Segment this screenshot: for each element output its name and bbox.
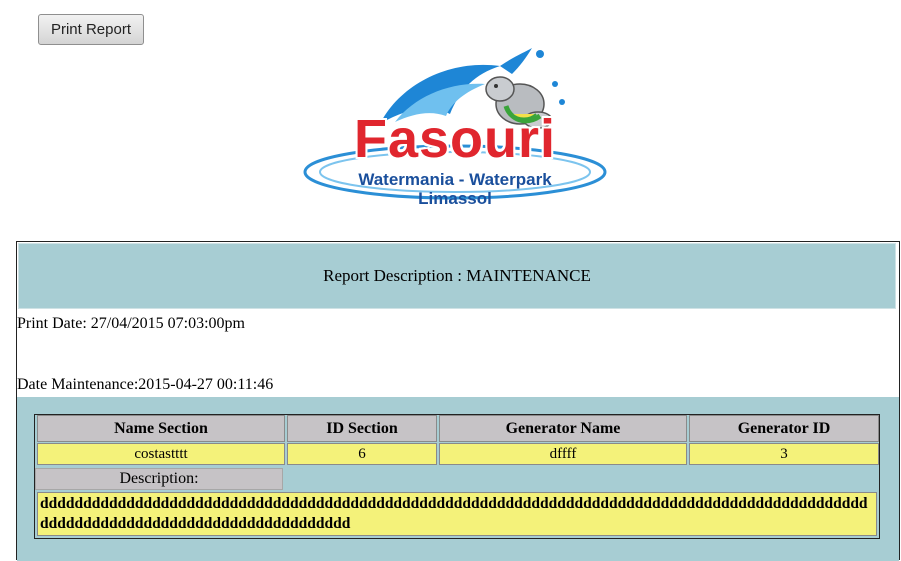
print-date: Print Date: 27/04/2015 07:03:00pm	[17, 315, 245, 332]
logo-title: Fasouri	[353, 109, 557, 169]
header-generator-name: Generator Name	[439, 415, 687, 442]
report-description: Report Description : MAINTENANCE	[18, 243, 896, 309]
cell-generator-name: dffff	[439, 443, 687, 465]
fasouri-logo: Fasouri Watermania - Waterpark Limassol	[300, 44, 610, 210]
cell-name-section: costastttt	[37, 443, 285, 465]
cell-generator-id: 3	[689, 443, 879, 465]
description-label: Description:	[35, 468, 283, 490]
header-generator-id: Generator ID	[689, 415, 879, 442]
maintenance-details: Name Section ID Section Generator Name G…	[17, 397, 899, 561]
print-report-button[interactable]: Print Report	[38, 14, 144, 45]
cell-id-section: 6	[287, 443, 437, 465]
header-id-section: ID Section	[287, 415, 437, 442]
header-name-section: Name Section	[37, 415, 285, 442]
logo-subtitle: Watermania - Waterpark	[358, 170, 552, 189]
maintenance-table: Name Section ID Section Generator Name G…	[34, 414, 880, 539]
description-text: dddddddddddddddddddddddddddddddddddddddd…	[37, 492, 877, 536]
report-container: Report Description : MAINTENANCE Print D…	[16, 241, 900, 561]
logo-location: Limassol	[418, 189, 492, 208]
date-maintenance: Date Maintenance:2015-04-27 00:11:46	[17, 376, 274, 393]
